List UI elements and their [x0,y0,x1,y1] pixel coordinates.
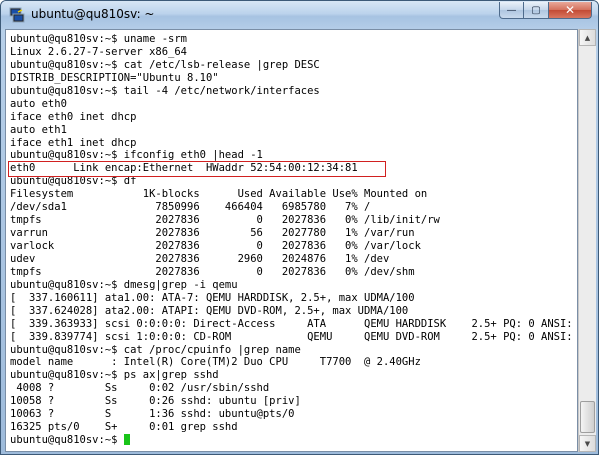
arrow-down-icon: ▼ [584,439,591,448]
text-cursor [123,434,130,446]
caption-buttons: — ▢ ✕ [499,2,592,19]
terminal-line: iface eth1 inet dhcp [10,136,137,149]
maximize-button[interactable]: ▢ [524,2,549,19]
title-bar[interactable]: ubuntu@qu810sv: ~ — ▢ ✕ [1,1,598,29]
terminal-line: Linux 2.6.27-7-server x86_64 [10,45,188,58]
close-icon: ✕ [564,3,576,17]
terminal-line: iface eth0 inet dhcp [10,110,137,123]
terminal-prompt: ubuntu@qu810sv:~$ [10,434,124,447]
terminal-line: ubuntu@qu810sv:~$ ps ax|grep sshd [10,369,219,382]
close-button[interactable]: ✕ [549,2,592,19]
terminal-line: varlock 2027836 0 2027836 0% /var/lock [10,240,421,252]
terminal-line: 10058 ? Ss 0:26 sshd: ubuntu [priv] [10,395,301,408]
terminal-line: ubuntu@qu810sv:~$ dmesg|grep -i qemu [10,278,238,291]
scroll-up-button[interactable]: ▲ [579,29,596,46]
terminal-line: ubuntu@qu810sv:~$ df [10,175,137,188]
minimize-icon: — [506,4,517,16]
terminal-line: Filesystem 1K-blocks Used Available Use%… [10,188,428,201]
terminal-line: ubuntu@qu810sv:~$ ifconfig eth0 |head -1 [10,149,263,162]
terminal-line: [ 337.624028] ata2.00: ATAPI: QEMU DVD-R… [10,304,409,317]
arrow-up-icon: ▲ [584,33,591,42]
scroll-thumb[interactable] [580,401,595,433]
terminal-line: ubuntu@qu810sv:~$ uname -srm [10,33,188,45]
maximize-icon: ▢ [531,4,541,16]
terminal-line: varrun 2027836 56 2027780 1% /var/run [10,227,415,240]
terminal-line: 16325 pts/0 S+ 0:01 grep sshd [10,421,238,434]
minimize-button[interactable]: — [499,2,524,19]
putty-app-icon[interactable] [9,7,25,23]
terminal-prompt-line[interactable]: ubuntu@qu810sv:~$ [10,434,577,447]
terminal-line: DISTRIB_DESCRIPTION="Ubuntu 8.10" [10,71,219,84]
terminal-line: /dev/sda1 7850996 466404 6985780 7% / [10,201,371,214]
terminal-output-area[interactable]: ubuntu@qu810sv:~$ uname -srm Linux 2.6.2… [5,29,578,452]
terminal-line: ubuntu@qu810sv:~$ cat /proc/cpuinfo |gre… [10,343,301,356]
terminal-line: [ 339.839774] scsi 1:0:0:0: CD-ROM QEMU … [10,330,578,343]
terminal-line: [ 339.363933] scsi 0:0:0:0: Direct-Acces… [10,317,578,330]
terminal-line: [ 337.160611] ata1.00: ATA-7: QEMU HARDD… [10,291,415,304]
terminal-line: tmpfs 2027836 0 2027836 0% /lib/init/rw [10,214,440,227]
window-title: ubuntu@qu810sv: ~ [31,7,155,21]
terminal-line: 4008 ? Ss 0:02 /usr/sbin/sshd [10,382,270,395]
terminal-line: auto eth0 [10,97,67,110]
terminal-line-highlighted: eth0 Link encap:Ethernet HWaddr 52:54:00… [10,162,358,175]
terminal-line: model name : Intel(R) Core(TM)2 Duo CPU … [10,356,421,369]
terminal-line: 10063 ? S 1:36 sshd: ubuntu@pts/0 [10,408,295,421]
terminal-line: ubuntu@qu810sv:~$ cat /etc/lsb-release |… [10,58,320,71]
terminal-lines: ubuntu@qu810sv:~$ uname -srm Linux 2.6.2… [10,33,578,447]
terminal-line: udev 2027836 2960 2024876 1% /dev [10,252,390,265]
terminal-line: auto eth1 [10,123,67,136]
terminal-line: tmpfs 2027836 0 2027836 0% /dev/shm [10,265,415,278]
terminal-line: ubuntu@qu810sv:~$ tail -4 /etc/network/i… [10,84,320,97]
vertical-scrollbar[interactable]: ▲ ▼ [578,29,596,452]
terminal-window: ubuntu@qu810sv: ~ — ▢ ✕ ubuntu@qu810sv:~… [0,0,599,455]
scroll-down-button[interactable]: ▼ [579,435,596,452]
